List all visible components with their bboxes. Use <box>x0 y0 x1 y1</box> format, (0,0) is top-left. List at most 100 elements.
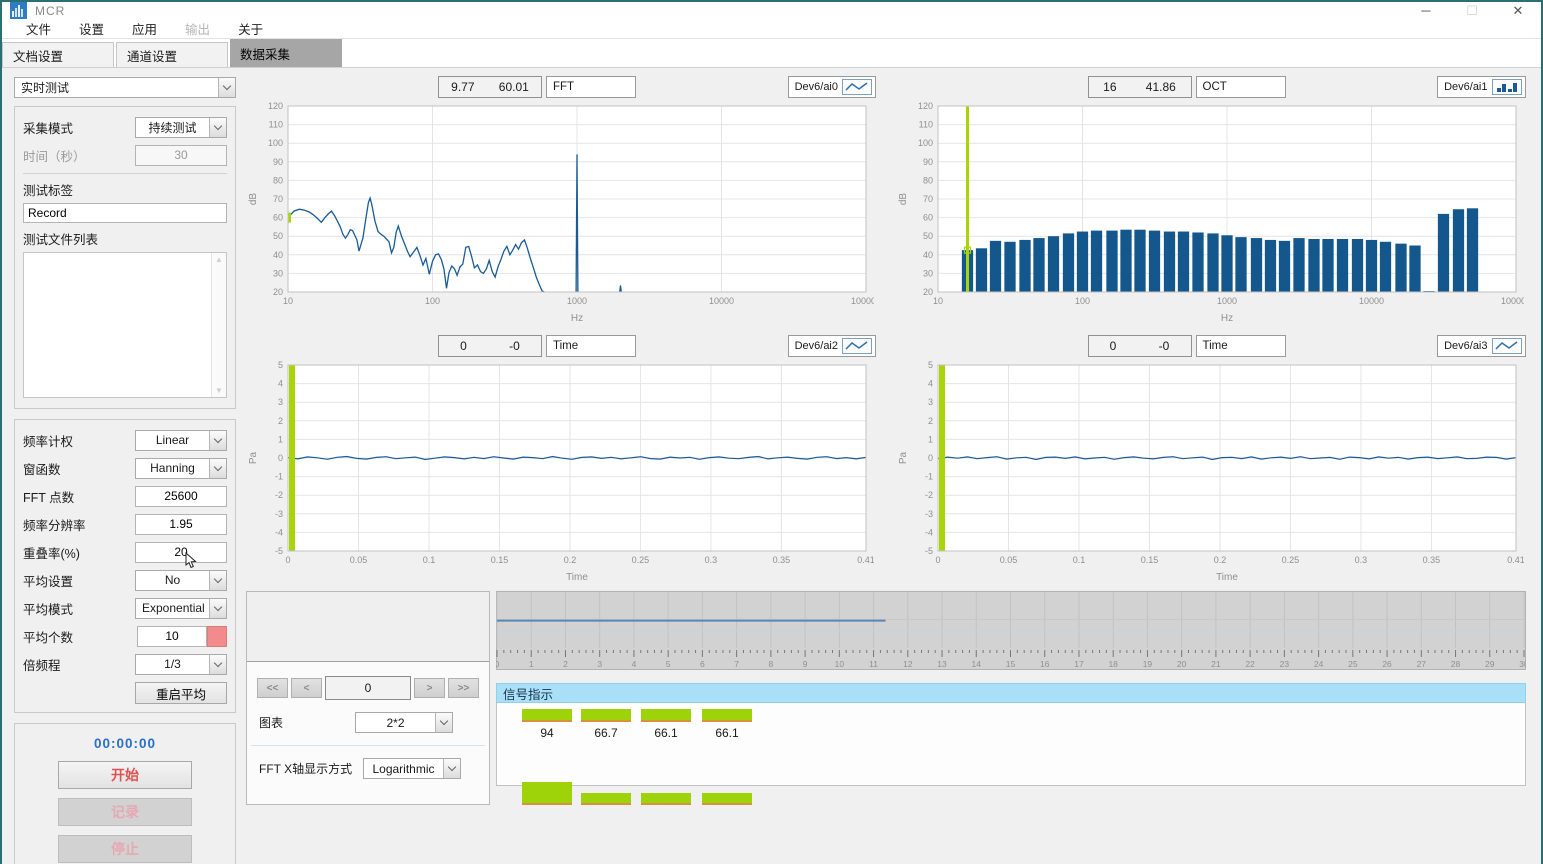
chevron-down-icon <box>435 713 452 732</box>
menu-bar: 文件 设置 应用 输出 关于 <box>2 19 1541 39</box>
test-mode-select[interactable]: 实时测试 <box>14 77 236 98</box>
record-timeline[interactable]: 0123456789101112131415161718192021222324… <box>496 591 1526 670</box>
freq-resolution-label: 频率分辨率 <box>23 515 135 534</box>
svg-text:30: 30 <box>1519 659 1526 669</box>
average-setting-select[interactable]: No <box>135 570 227 591</box>
fft-chart[interactable]: 2030405060708090100110120101001000100001… <box>246 100 874 324</box>
time-chart-ai2[interactable]: -5-4-3-2-101234500.050.10.150.20.250.30.… <box>246 359 874 583</box>
svg-text:19: 19 <box>1143 659 1153 669</box>
prev-page-button[interactable]: < <box>291 678 322 698</box>
svg-text:0.41: 0.41 <box>857 555 874 565</box>
svg-text:Pa: Pa <box>898 451 909 464</box>
first-page-button[interactable]: << <box>257 678 288 698</box>
cursor-readout: 0 -0 <box>438 335 542 357</box>
cursor-readout: 16 41.86 <box>1088 76 1192 98</box>
signal-level-bar <box>702 793 752 805</box>
menu-application[interactable]: 应用 <box>118 19 171 38</box>
tab-data-acquisition[interactable]: 数据采集 <box>230 39 342 67</box>
bottom-right: 0123456789101112131415161718192021222324… <box>496 591 1533 864</box>
maximize-button[interactable]: ☐ <box>1449 2 1495 19</box>
close-button[interactable]: ✕ <box>1495 2 1541 19</box>
acq-mode-select[interactable]: 持续测试 <box>135 117 227 138</box>
octave-select[interactable]: 1/3 <box>135 654 227 675</box>
svg-text:20: 20 <box>922 287 932 297</box>
freq-weighting-select[interactable]: Linear <box>135 430 227 451</box>
restart-average-button[interactable]: 重启平均 <box>135 682 227 704</box>
last-page-button[interactable]: >> <box>448 678 479 698</box>
fft-xaxis-mode-select[interactable]: Logarithmic <box>363 758 461 779</box>
line-chart-icon <box>842 79 872 95</box>
channel-selector[interactable]: Dev6/ai2 <box>788 335 876 357</box>
cursor-x-value: 16 <box>1103 80 1116 94</box>
svg-text:2: 2 <box>927 416 932 426</box>
svg-text:110: 110 <box>918 120 932 130</box>
overlap-field[interactable] <box>135 542 227 563</box>
fft-points-field[interactable] <box>135 486 227 507</box>
freq-resolution-field[interactable] <box>135 514 227 535</box>
chart-type-box[interactable]: Time <box>1196 335 1286 357</box>
cursor-x-value: 0 <box>1110 339 1117 353</box>
svg-text:30: 30 <box>273 268 283 278</box>
page-number-field[interactable]: 0 <box>325 676 411 700</box>
svg-text:18: 18 <box>1108 659 1118 669</box>
svg-text:0.35: 0.35 <box>773 555 791 565</box>
minimize-button[interactable]: ─ <box>1403 2 1449 19</box>
svg-text:60: 60 <box>273 213 283 223</box>
svg-text:80: 80 <box>273 175 283 185</box>
menu-file[interactable]: 文件 <box>12 19 65 38</box>
scrollbar[interactable]: ▲ ▼ <box>211 253 226 397</box>
svg-text:120: 120 <box>917 101 932 111</box>
channel-selector[interactable]: Dev6/ai1 <box>1437 76 1525 98</box>
signal-indicator-section: 信号指示 94 <box>496 683 1526 786</box>
chart-layout-select[interactable]: 2*2 <box>355 712 453 733</box>
chart-header: 0 -0 Time Dev6/ai3 <box>1088 334 1526 357</box>
svg-text:0.3: 0.3 <box>705 555 718 565</box>
svg-text:40: 40 <box>273 250 283 260</box>
signal-level-bar <box>522 782 572 805</box>
svg-text:3: 3 <box>927 397 932 407</box>
svg-text:20: 20 <box>1177 659 1187 669</box>
svg-text:8: 8 <box>768 659 773 669</box>
menu-settings[interactable]: 设置 <box>65 19 118 38</box>
average-mode-label: 平均模式 <box>23 599 135 618</box>
chevron-down-icon <box>218 78 235 97</box>
chart-panel-time-ai3: 0 -0 Time Dev6/ai3 -5-4-3-2-101234500.05 <box>896 334 1532 583</box>
bottom-strip: << < 0 > >> 图表 2*2 <box>246 591 1533 864</box>
test-label-field[interactable] <box>23 203 227 223</box>
divider <box>23 173 227 174</box>
average-count-field[interactable] <box>137 626 207 647</box>
channel-selector[interactable]: Dev6/ai0 <box>788 76 876 98</box>
channel-selector[interactable]: Dev6/ai3 <box>1437 335 1525 357</box>
window-function-select[interactable]: Hanning <box>135 458 227 479</box>
svg-text:Pa: Pa <box>248 451 259 464</box>
chart-type-box[interactable]: Time <box>546 335 636 357</box>
fft-settings-group: 频率计权 Linear 窗函数 Hanning FFT 点数 <box>14 419 236 713</box>
chart-header: 9.77 60.01 FFT Dev6/ai0 <box>438 75 876 98</box>
start-button[interactable]: 开始 <box>58 761 192 789</box>
elapsed-timer: 00:00:00 <box>15 736 235 751</box>
signal-value: 66.7 <box>581 726 631 740</box>
svg-text:21: 21 <box>1211 659 1221 669</box>
time-chart-ai3[interactable]: -5-4-3-2-101234500.050.10.150.20.250.30.… <box>896 359 1524 583</box>
tab-channel-settings[interactable]: 通道设置 <box>116 42 228 67</box>
next-page-button[interactable]: > <box>414 678 445 698</box>
chart-header: 16 41.86 OCT Dev6/ai1 <box>1088 75 1526 98</box>
scroll-up-icon[interactable]: ▲ <box>215 255 223 264</box>
average-mode-select[interactable]: Exponential <box>135 598 227 619</box>
average-status-indicator <box>207 626 227 647</box>
chart-type-box[interactable]: FFT <box>546 76 636 98</box>
svg-text:0.25: 0.25 <box>1281 555 1299 565</box>
svg-text:22: 22 <box>1245 659 1255 669</box>
menu-about[interactable]: 关于 <box>224 19 277 38</box>
svg-text:30: 30 <box>922 268 932 278</box>
time-seconds-label: 时间（秒） <box>23 146 135 165</box>
test-file-list[interactable]: ▲ ▼ <box>23 252 227 398</box>
tab-document-settings[interactable]: 文档设置 <box>2 42 114 67</box>
oct-chart[interactable]: 2030405060708090100110120101001000100001… <box>896 100 1524 324</box>
svg-text:1000: 1000 <box>567 296 587 306</box>
preview-box <box>247 592 489 662</box>
cursor-readout: 9.77 60.01 <box>438 76 542 98</box>
scroll-down-icon[interactable]: ▼ <box>215 386 223 395</box>
chart-type-box[interactable]: OCT <box>1196 76 1286 98</box>
svg-text:5: 5 <box>927 360 932 370</box>
